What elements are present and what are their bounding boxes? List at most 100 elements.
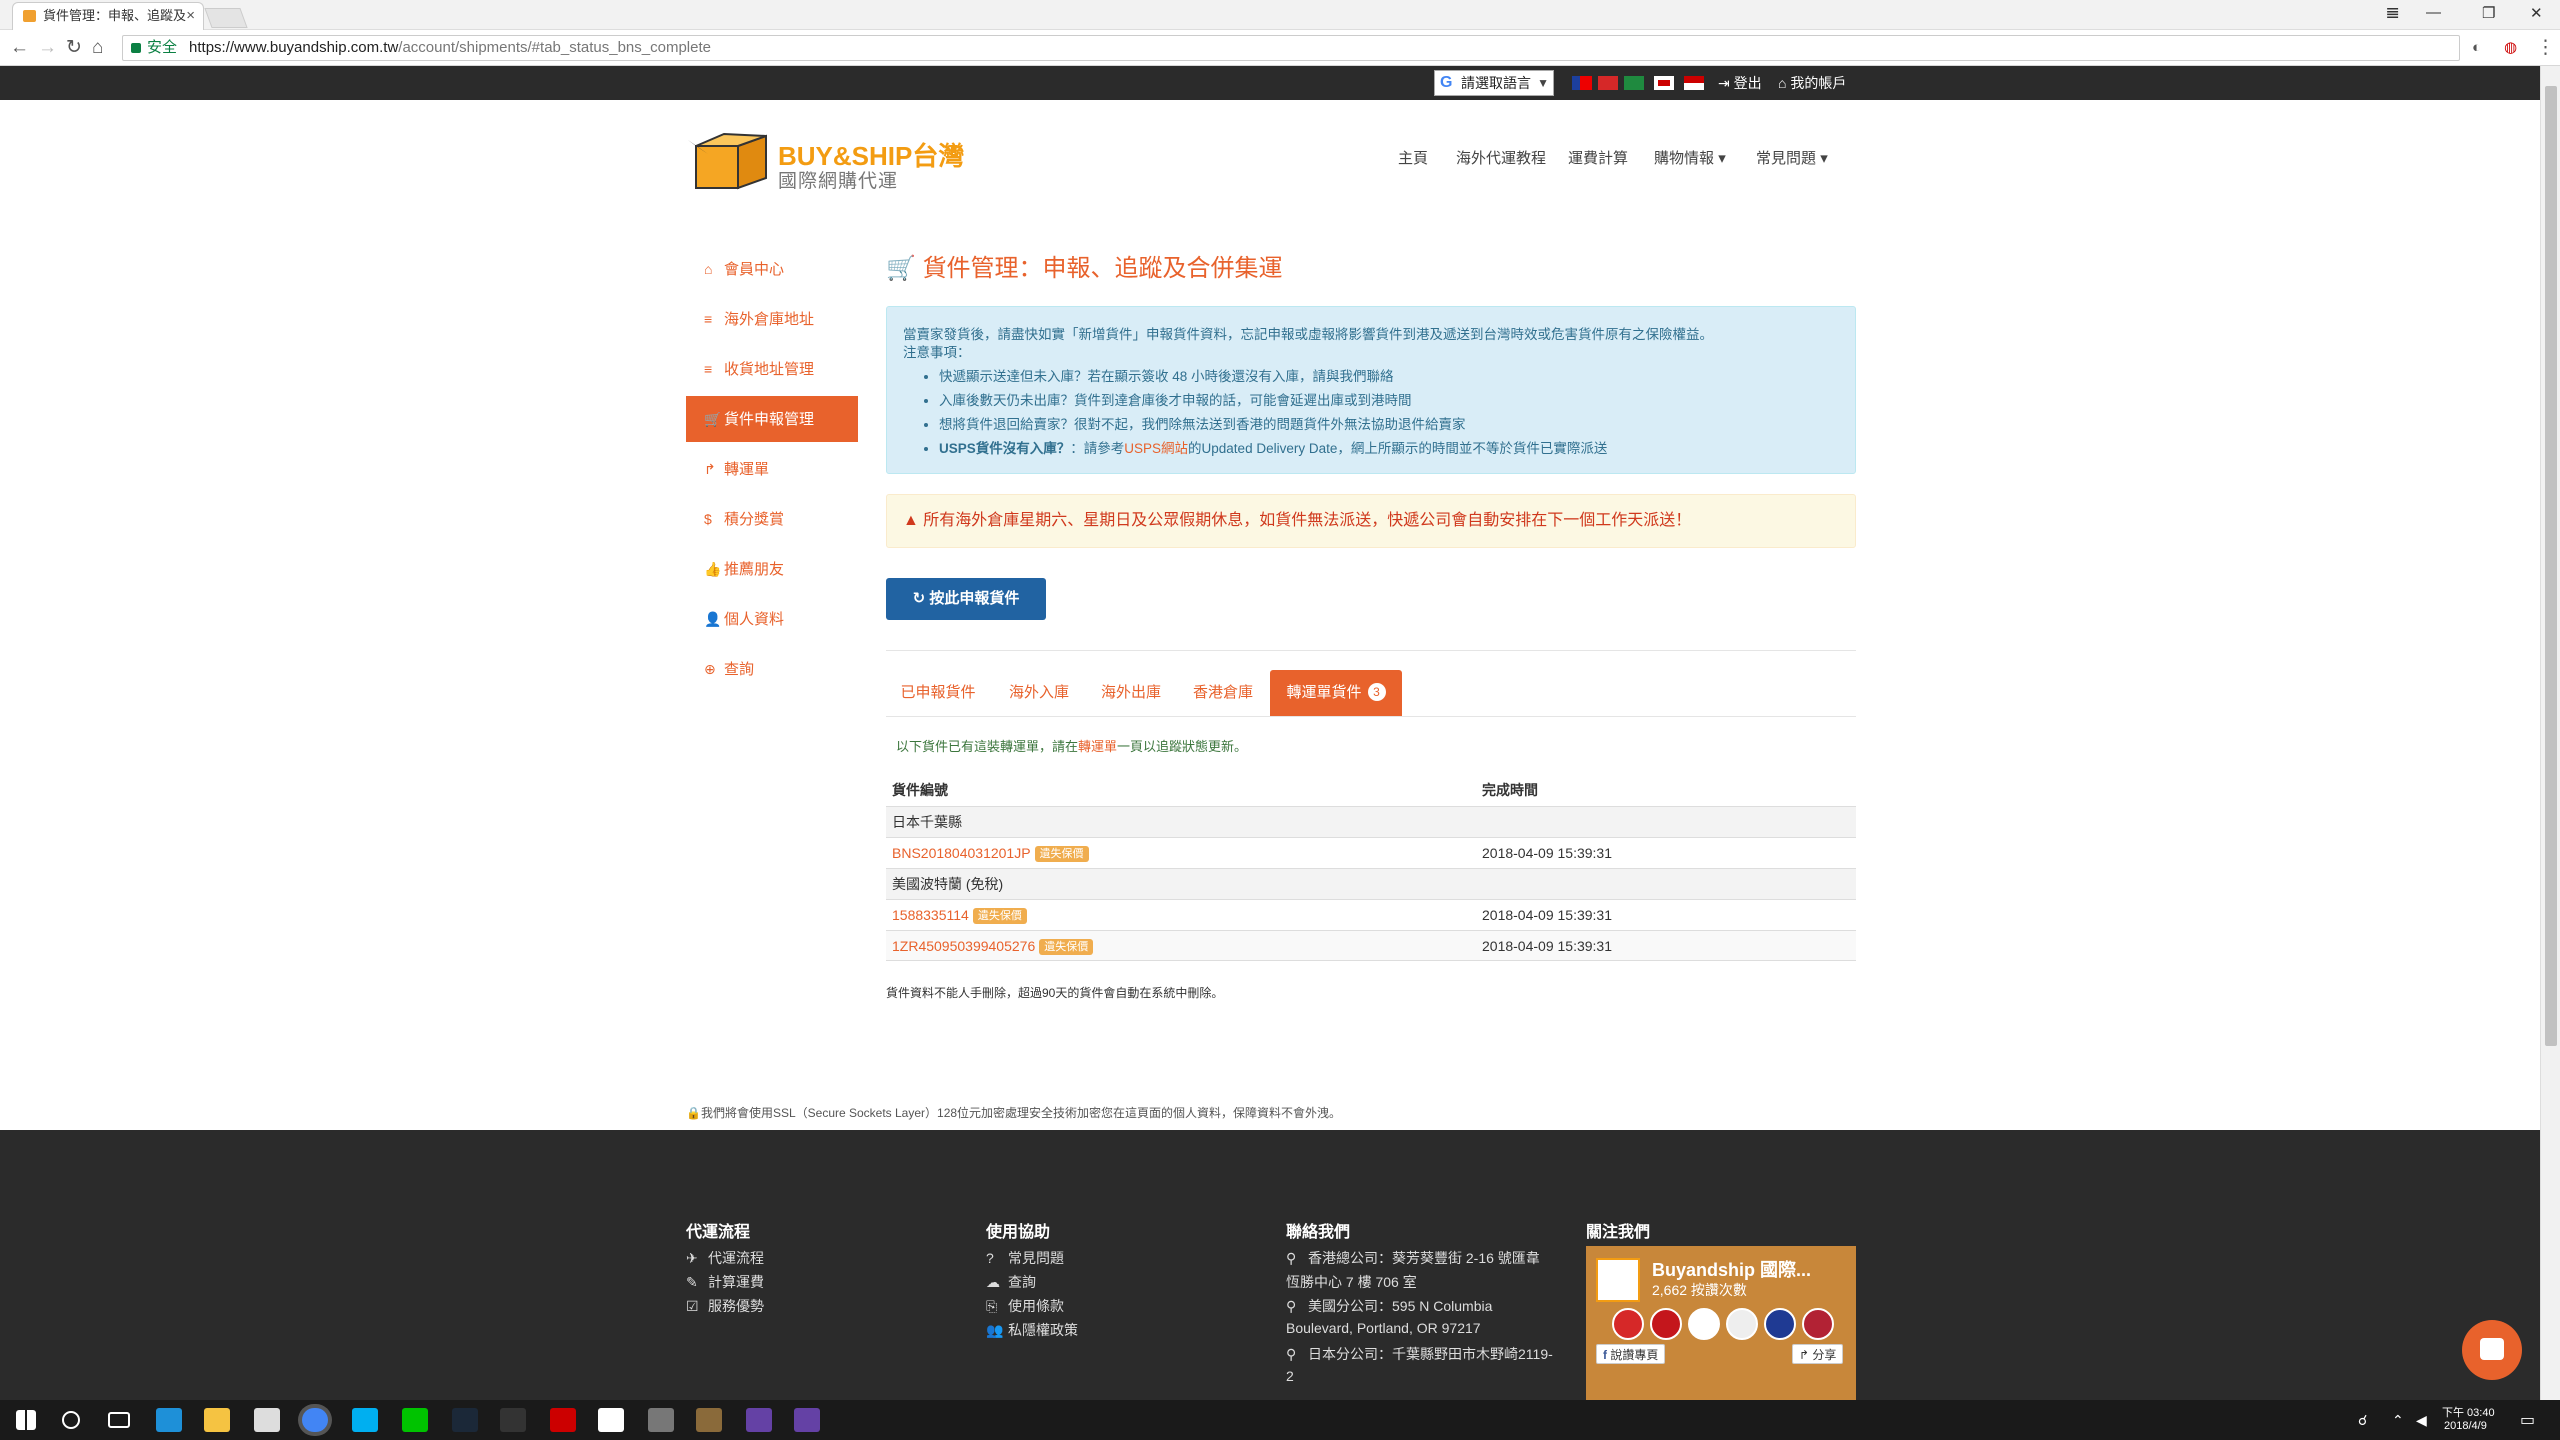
edge-icon[interactable] bbox=[156, 1408, 182, 1432]
tab-transfer-shipments[interactable]: 轉運單貨件 3 bbox=[1270, 670, 1402, 716]
facebook-like-button[interactable]: f 說讚專頁 bbox=[1596, 1344, 1666, 1364]
shipment-number-link[interactable]: 1ZR450950399405276 bbox=[892, 938, 1035, 954]
nav-faq[interactable]: 常見問題 ▾ bbox=[1756, 147, 1828, 168]
chrome-menu-icon[interactable]: ⋮ bbox=[2536, 36, 2555, 60]
logo-box-icon[interactable] bbox=[688, 126, 772, 192]
restore-button[interactable]: ❐ bbox=[2482, 4, 2495, 22]
thumbs-up-icon: 👍 bbox=[704, 561, 722, 577]
list-icon: ≡ bbox=[704, 311, 713, 327]
skype-icon[interactable] bbox=[352, 1408, 378, 1432]
flag-indonesia-icon[interactable] bbox=[1684, 76, 1704, 90]
nav-tutorial[interactable]: 海外代運教程 bbox=[1456, 147, 1546, 168]
language-select[interactable]: G 請選取語言 ▼ bbox=[1434, 70, 1554, 96]
nav-shipping-calc[interactable]: 運費計算 bbox=[1568, 147, 1628, 168]
steam-icon[interactable] bbox=[452, 1408, 478, 1432]
deletion-footnote: 貨件資料不能人手刪除，超過90天的貨件會自動在系統中刪除。 bbox=[886, 986, 1224, 1000]
app-red-icon[interactable] bbox=[550, 1408, 576, 1432]
terminal-icon[interactable] bbox=[500, 1408, 526, 1432]
browser-tab[interactable]: 貨件管理：申報、追蹤及 × bbox=[12, 2, 204, 30]
tools-icon[interactable] bbox=[648, 1408, 674, 1432]
scrollbar-thumb[interactable] bbox=[2545, 86, 2557, 1046]
nav-home[interactable]: 主頁 bbox=[1398, 147, 1428, 168]
windows-start-icon[interactable] bbox=[16, 1410, 36, 1430]
flag-macau-icon[interactable] bbox=[1624, 76, 1644, 90]
tab-overseas-inbound[interactable]: 海外入庫 bbox=[994, 670, 1084, 716]
footer-link-privacy[interactable]: 👥 私隱權政策 bbox=[986, 1320, 1078, 1340]
tab-overseas-outbound[interactable]: 海外出庫 bbox=[1086, 670, 1176, 716]
info-list: 快遞顯示送達但未入庫？若在顯示簽收 48 小時後還沒有入庫，請與我們聯絡 入庫後… bbox=[939, 365, 1839, 461]
chrome-icon[interactable] bbox=[302, 1408, 328, 1432]
usps-link[interactable]: USPS網站 bbox=[1124, 441, 1188, 456]
search-icon[interactable] bbox=[62, 1411, 80, 1429]
tab-title: 貨件管理：申報、追蹤及 bbox=[43, 8, 187, 23]
clock-time[interactable]: 下午 03:40 bbox=[2442, 1404, 2495, 1420]
sidebar-item-transfer-order[interactable]: ↱ 轉運單 bbox=[686, 446, 858, 492]
table-group-header: 日本千葉縣 bbox=[886, 806, 1856, 837]
footer-link-inquiry[interactable]: ☁ 查詢 bbox=[986, 1272, 1036, 1292]
sidebar-item-inquiry[interactable]: ⊕ 查詢 bbox=[686, 646, 858, 692]
reload-icon[interactable]: ↻ bbox=[66, 36, 82, 60]
page-scrollbar[interactable] bbox=[2540, 66, 2560, 1400]
footer bbox=[0, 1130, 2540, 1400]
footer-link-process[interactable]: ✈ 代運流程 bbox=[686, 1248, 764, 1268]
pencil-icon: ✎ bbox=[686, 1274, 698, 1290]
secure-indicator[interactable]: 安全 bbox=[131, 39, 177, 56]
flag-hongkong-icon[interactable] bbox=[1598, 76, 1618, 90]
flag-china-icon bbox=[1612, 1308, 1644, 1340]
transfer-order-link[interactable]: 轉運單 bbox=[1078, 739, 1117, 754]
facebook-page-logo[interactable] bbox=[1596, 1258, 1640, 1302]
user-profile-icon[interactable]: 𝌆 bbox=[2386, 4, 2399, 22]
declare-shipment-button[interactable]: ↻ 按此申報貨件 bbox=[886, 578, 1046, 620]
app-brown-icon[interactable] bbox=[696, 1408, 722, 1432]
sidebar-item-referral[interactable]: 👍 推薦朋友 bbox=[686, 546, 858, 592]
sidebar-item-rewards[interactable]: $ 積分獎賞 bbox=[686, 496, 858, 542]
twitch-icon[interactable] bbox=[794, 1408, 820, 1432]
list-item: 想將貨件退回給賣家？很對不起，我們除無法送到香港的問題貨件外無法協助退件給賣家 bbox=[939, 413, 1839, 437]
tab-hk-warehouse[interactable]: 香港倉庫 bbox=[1178, 670, 1268, 716]
live-chat-button[interactable] bbox=[2462, 1320, 2522, 1380]
home-icon[interactable]: ⌂ bbox=[92, 36, 103, 60]
back-arrow-icon[interactable]: ← bbox=[10, 36, 29, 60]
store-icon[interactable] bbox=[254, 1408, 280, 1432]
facebook-page-widget[interactable]: Buyandship 國際... 2,662 按讚次數 f 說讚專頁 ↱ 分享 bbox=[1586, 1246, 1856, 1400]
extension-icon[interactable]: ◐ bbox=[2472, 36, 2481, 60]
new-tab-button[interactable] bbox=[204, 8, 248, 28]
clock-date[interactable]: 2018/4/9 bbox=[2444, 1420, 2487, 1432]
minimize-button[interactable]: — bbox=[2426, 4, 2441, 21]
my-account-link[interactable]: ⌂ 我的帳戶 bbox=[1778, 73, 1846, 93]
footer-link-faq[interactable]: ? 常見問題 bbox=[986, 1248, 1064, 1268]
nav-shopping-info[interactable]: 購物情報 ▾ bbox=[1654, 147, 1726, 168]
mail-icon[interactable] bbox=[598, 1408, 624, 1432]
task-view-icon[interactable] bbox=[108, 1412, 130, 1428]
twitch-icon[interactable] bbox=[746, 1408, 772, 1432]
sidebar-item-profile[interactable]: 👤 個人資料 bbox=[686, 596, 858, 642]
shipment-number-link[interactable]: BNS201804031201JP bbox=[892, 845, 1031, 861]
flag-taiwan-icon[interactable] bbox=[1572, 76, 1592, 90]
shipment-number-link[interactable]: 1588335114 bbox=[892, 907, 969, 923]
sidebar-item-delivery-address[interactable]: ≡ 收貨地址管理 bbox=[686, 346, 858, 392]
footer-link-calc[interactable]: ✎ 計算運費 bbox=[686, 1272, 764, 1292]
file-explorer-icon[interactable] bbox=[204, 1408, 230, 1432]
flag-japan-icon[interactable] bbox=[1654, 76, 1674, 90]
tab-declared[interactable]: 已申報貨件 bbox=[886, 670, 990, 716]
volume-icon[interactable]: ◀ bbox=[2416, 1412, 2427, 1429]
line-icon[interactable] bbox=[402, 1408, 428, 1432]
tab-close-icon[interactable]: × bbox=[186, 3, 195, 29]
forward-arrow-icon[interactable]: → bbox=[38, 36, 57, 60]
footer-link-terms[interactable]: ⎘ 使用條款 bbox=[986, 1296, 1064, 1316]
facebook-share-button[interactable]: ↱ 分享 bbox=[1792, 1344, 1844, 1364]
extension-red-icon[interactable]: ◍ bbox=[2504, 36, 2517, 60]
network-icon[interactable]: ☌ bbox=[2358, 1412, 2367, 1429]
tray-expand-icon[interactable]: ⌃ bbox=[2392, 1412, 2404, 1429]
sidebar-item-shipment-declaration[interactable]: 🛒 貨件申報管理 bbox=[686, 396, 858, 442]
footer-link-advantages[interactable]: ☑ 服務優勢 bbox=[686, 1296, 764, 1316]
notification-icon[interactable]: ▭ bbox=[2520, 1410, 2535, 1430]
checkbox-icon: ☑ bbox=[686, 1298, 699, 1314]
facebook-page-name[interactable]: Buyandship 國際... bbox=[1652, 1256, 1811, 1282]
logout-link[interactable]: ⇥ 登出 bbox=[1718, 73, 1762, 93]
sidebar-item-member-center[interactable]: ⌂ 會員中心 bbox=[686, 246, 858, 292]
close-window-button[interactable]: ✕ bbox=[2530, 4, 2543, 22]
address-bar[interactable]: 安全 https://www.buyandship.com.tw/account/… bbox=[122, 35, 2560, 61]
google-icon: G bbox=[1440, 74, 1453, 91]
sidebar-item-warehouse-address[interactable]: ≡ 海外倉庫地址 bbox=[686, 296, 858, 342]
